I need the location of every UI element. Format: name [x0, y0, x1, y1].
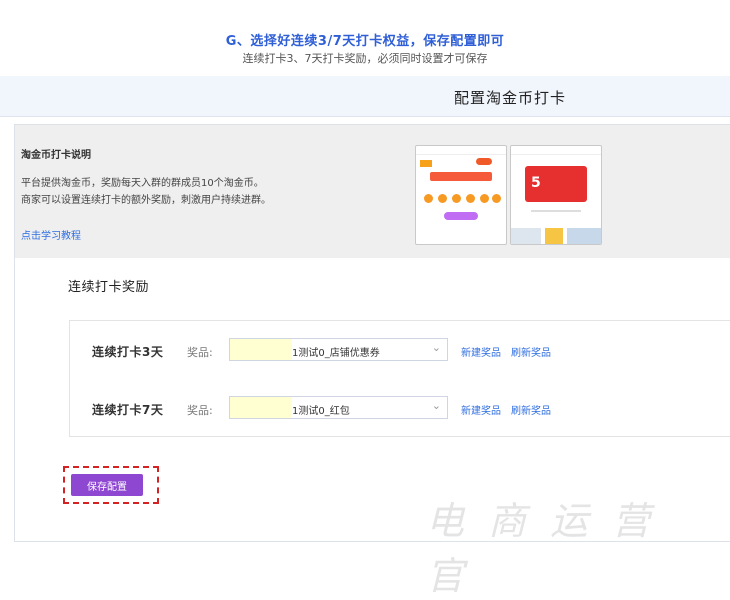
preview-coin-dot	[452, 194, 461, 203]
prize-select-value: 1测试0_店铺优惠券	[292, 348, 380, 359]
prize-label: 奖品:	[187, 404, 213, 417]
tutorial-link[interactable]: 点击学习教程	[21, 227, 81, 242]
caption-subtitle: 连续打卡3、7天打卡奖励，必须同时设置才可保存	[242, 52, 488, 65]
preview-pill	[476, 158, 492, 165]
chevron-down-icon: ⌄	[431, 341, 441, 354]
preview-coin-dot	[492, 194, 501, 203]
phone-status-bar	[416, 146, 506, 155]
prize-select-3day[interactable]: 1测试0_店铺优惠券 ⌄	[229, 338, 448, 361]
save-config-button[interactable]: 保存配置	[71, 474, 143, 496]
info-title: 淘金币打卡说明	[21, 150, 91, 161]
phone-status-bar	[511, 146, 601, 155]
info-description-line: 平台提供淘金币，奖励每天入群的群成员10个淘金币。	[21, 178, 264, 189]
preview-image	[511, 228, 541, 244]
preview-coin-dot	[466, 194, 475, 203]
prize-select-7day[interactable]: 1测试0_红包 ⌄	[229, 396, 448, 419]
watermark: 电商运营官	[426, 499, 675, 598]
prize-select-value: 1测试0_红包	[292, 406, 350, 417]
preview-image	[567, 228, 601, 244]
reward-row-label: 连续打卡3天	[92, 345, 164, 359]
reward-row-label: 连续打卡7天	[92, 403, 164, 417]
prize-label: 奖品:	[187, 346, 213, 359]
info-description-line: 商家可以设置连续打卡的额外奖励，刺激用户持续进群。	[21, 195, 271, 206]
chevron-down-icon: ⌄	[431, 399, 441, 412]
preview-button	[444, 212, 478, 220]
refresh-prize-link[interactable]: 刷新奖品	[511, 402, 551, 417]
caption-title: G、选择好连续3/7天打卡权益，保存配置即可	[225, 34, 505, 49]
preview-banner	[430, 172, 492, 181]
preview-tag	[420, 160, 432, 167]
preview-image	[545, 228, 563, 244]
preview-coin-dot	[438, 194, 447, 203]
preview-coin-dot	[480, 194, 489, 203]
preview-divider	[531, 210, 581, 212]
page-title: 配置淘金币打卡	[454, 89, 567, 107]
refresh-prize-link[interactable]: 刷新奖品	[511, 344, 551, 359]
preview-screenshot-checkin	[415, 145, 507, 245]
preview-reward-number: 5	[531, 175, 541, 191]
new-prize-link[interactable]: 新建奖品	[461, 344, 501, 359]
header-bar	[0, 76, 730, 117]
preview-coin-dot	[424, 194, 433, 203]
preview-screenshot-reward: 5	[510, 145, 602, 245]
new-prize-link[interactable]: 新建奖品	[461, 402, 501, 417]
section-title: 连续打卡奖励	[68, 280, 150, 295]
select-highlight	[230, 397, 292, 418]
select-highlight	[230, 339, 292, 360]
